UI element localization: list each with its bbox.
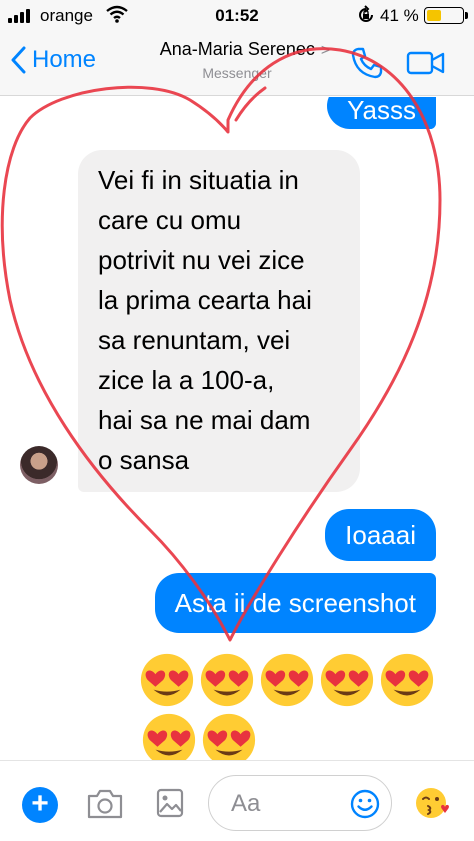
- chevron-right-icon: >: [320, 42, 331, 59]
- message-line: care cu omu: [98, 205, 242, 235]
- message-input-placeholder: Aa: [231, 790, 261, 817]
- battery-percent: 41 %: [380, 6, 419, 25]
- emoji-message-row[interactable]: [140, 711, 258, 760]
- outgoing-message[interactable]: Ioaaai: [325, 509, 436, 561]
- incoming-message[interactable]: Vei fi in situatia in care cu omu potrivit…: [78, 150, 360, 492]
- heart-eyes-emoji: [200, 653, 254, 707]
- message-line: zice la a 100-a,: [98, 365, 275, 395]
- rotation-lock-icon: [359, 5, 373, 22]
- battery-level: [427, 10, 441, 21]
- heart-eyes-emoji: [380, 653, 434, 707]
- back-label: Home: [32, 46, 97, 73]
- message-line: potrivit nu vei zice: [98, 245, 305, 275]
- heart-eyes-emoji: [202, 713, 256, 760]
- heart-eyes-emoji: [142, 713, 196, 760]
- battery-nub: [465, 12, 468, 19]
- status-bar: orange 01:52 41 %: [0, 0, 474, 30]
- battery-icon: [424, 7, 464, 24]
- message-line: hai sa ne mai dam: [98, 405, 311, 435]
- conversation-header: Home Ana-Maria Serenec > Messenger: [0, 30, 474, 96]
- video-camera-icon[interactable]: [406, 50, 446, 76]
- message-input[interactable]: Aa: [208, 775, 392, 831]
- kissing-emoji-icon[interactable]: [414, 785, 450, 821]
- contact-name[interactable]: Ana-Maria Serenec >: [120, 39, 370, 60]
- message-line: la prima cearta hai: [98, 285, 312, 315]
- plus-icon[interactable]: +: [22, 787, 58, 823]
- composer: + Aa: [0, 760, 474, 841]
- phone-icon[interactable]: [350, 46, 384, 80]
- message-line: o sansa: [98, 445, 190, 475]
- avatar[interactable]: [20, 446, 58, 484]
- back-button[interactable]: Home: [10, 46, 96, 74]
- message-line: Vei fi in situatia in: [98, 165, 299, 195]
- smiley-icon[interactable]: [349, 788, 381, 820]
- contact-subtitle: Messenger: [202, 65, 272, 81]
- heart-eyes-emoji: [320, 653, 374, 707]
- heart-eyes-emoji: [260, 653, 314, 707]
- emoji-message-row[interactable]: [138, 651, 436, 709]
- message-line: sa renuntam, vei: [98, 325, 291, 355]
- contact-name-text: Ana-Maria Serenec: [159, 39, 315, 59]
- camera-icon[interactable]: [86, 788, 124, 820]
- heart-eyes-emoji: [140, 653, 194, 707]
- photo-icon[interactable]: [156, 787, 184, 819]
- outgoing-message[interactable]: Asta ii de screenshot: [154, 573, 436, 633]
- outgoing-message[interactable]: Yasss: [327, 97, 436, 129]
- chevron-left-icon: [11, 46, 26, 74]
- message-list[interactable]: Yasss Vei fi in situatia in care cu omu po…: [0, 97, 474, 760]
